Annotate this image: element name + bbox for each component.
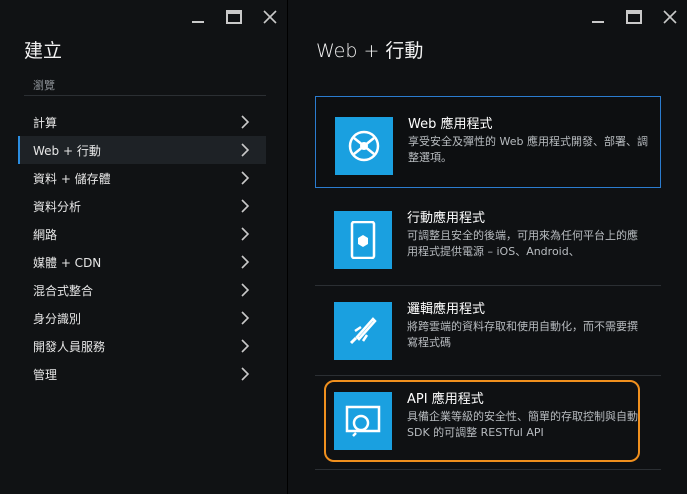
menu-item-label: 開發人員服務 [33,339,106,354]
chevron-right-icon [241,171,250,185]
menu-item-label: 身分識別 [33,311,82,326]
menu-item-label: 資料 + 儲存體 [33,171,111,186]
menu-item-label: 管理 [33,367,58,382]
card-mobile-app[interactable]: 行動應用程式 可調整且安全的後端，可用來為任何平台上的應用程式提供電源 – iO… [315,191,661,283]
close-icon[interactable] [661,8,679,26]
menu-item-identity[interactable]: 身分識別 [18,304,266,332]
card-description: 可調整且安全的後端，可用來為任何平台上的應用程式提供電源 – iOS、Andro… [407,229,638,258]
card-description: 享受安全及彈性的 Web 應用程式開發、部署、調整選項。 [408,135,648,164]
menu-item-developer-services[interactable]: 開發人員服務 [18,332,266,360]
menu-item-label: 混合式整合 [33,283,94,298]
chevron-right-icon [241,311,250,325]
chevron-right-icon [241,227,250,241]
minimize-icon[interactable] [189,8,207,26]
blade-title: Web + 行動 [316,40,424,62]
card-divider [315,469,661,470]
card-title: 行動應用程式 [407,211,486,226]
card-title: Web 應用程式 [408,117,493,132]
card-title: 邏輯應用程式 [407,302,486,317]
card-description: 將跨雲端的資料存取和使用自動化，而不需要撰寫程式碼 [407,320,638,349]
maximize-icon[interactable] [625,8,643,26]
minimize-icon[interactable] [589,8,607,26]
menu-item-label: 計算 [33,115,58,130]
left-window-controls [189,8,279,26]
menu-item-web-mobile[interactable]: Web + 行動 [18,136,266,164]
menu-item-label: 網路 [33,227,58,242]
menu-item-media-cdn[interactable]: 媒體 + CDN [18,248,266,276]
menu-item-label: Web + 行動 [33,143,101,158]
web-app-icon [335,117,393,175]
maximize-icon[interactable] [225,8,243,26]
category-menu: 計算 Web + 行動 資料 + 儲存體 資料分析 網路 媒體 + CDN 混合… [18,108,266,388]
chevron-right-icon [241,199,250,213]
menu-item-label: 媒體 + CDN [33,255,102,270]
logic-app-icon [334,302,392,360]
menu-item-management[interactable]: 管理 [18,360,266,388]
menu-item-compute[interactable]: 計算 [18,108,266,136]
close-icon[interactable] [261,8,279,26]
menu-item-data-storage[interactable]: 資料 + 儲存體 [18,164,266,192]
chevron-right-icon [241,367,250,381]
browse-label: 瀏覽 [33,79,55,92]
menu-item-networking[interactable]: 網路 [18,220,266,248]
blade-title: 建立 [24,40,63,62]
mobile-app-icon [334,211,392,269]
chevron-right-icon [241,283,250,297]
chevron-right-icon [241,143,250,157]
create-blade: 建立 瀏覽 計算 Web + 行動 資料 + 儲存體 資料分析 網路 媒體 + … [0,0,287,494]
browse-divider [24,95,266,96]
card-logic-app[interactable]: 邏輯應用程式 將跨雲端的資料存取和使用自動化，而不需要撰寫程式碼 [315,282,661,374]
right-window-controls [589,8,679,26]
chevron-right-icon [241,115,250,129]
highlight-callout [324,380,640,462]
menu-item-hybrid-integration[interactable]: 混合式整合 [18,276,266,304]
card-web-app[interactable]: Web 應用程式 享受安全及彈性的 Web 應用程式開發、部署、調整選項。 [315,96,661,188]
menu-item-data-analytics[interactable]: 資料分析 [18,192,266,220]
menu-item-label: 資料分析 [33,199,82,214]
chevron-right-icon [241,255,250,269]
chevron-right-icon [241,339,250,353]
